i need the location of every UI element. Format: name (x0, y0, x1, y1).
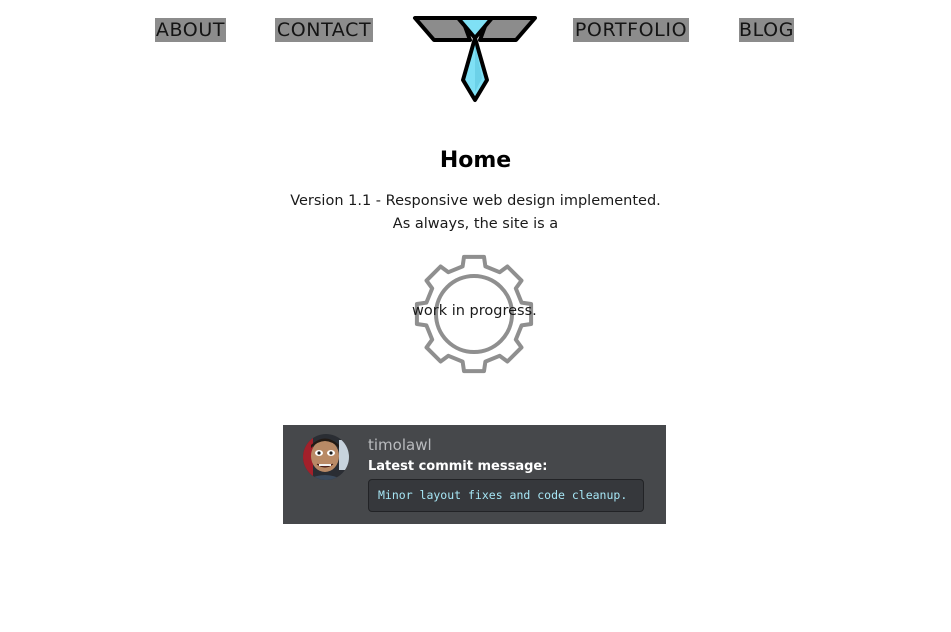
page-title: Home (439, 148, 512, 173)
commit-username[interactable]: timolawl (368, 436, 432, 454)
nav-about-link[interactable]: ABOUT (155, 18, 226, 42)
nav-blog-link[interactable]: BLOG (739, 18, 794, 42)
intro-text-line-2: As always, the site is a (392, 216, 559, 232)
github-commit-card: timolawl Latest commit message: Minor la… (283, 425, 666, 524)
nav-contact-link[interactable]: CONTACT (275, 18, 373, 42)
intro-text-line-1: Version 1.1 - Responsive web design impl… (290, 193, 661, 209)
commit-message: Minor layout fixes and code cleanup. (378, 488, 628, 502)
commit-heading: Latest commit message: (368, 459, 548, 474)
avatar-icon[interactable] (303, 434, 349, 480)
commit-message-box: Minor layout fixes and code cleanup. (368, 479, 644, 512)
nav-portfolio-link[interactable]: PORTFOLIO (573, 18, 689, 42)
work-in-progress-gear: work in progress. (412, 252, 537, 376)
tie-logo-icon[interactable] (412, 16, 538, 104)
work-in-progress-text: work in progress. (412, 303, 537, 319)
